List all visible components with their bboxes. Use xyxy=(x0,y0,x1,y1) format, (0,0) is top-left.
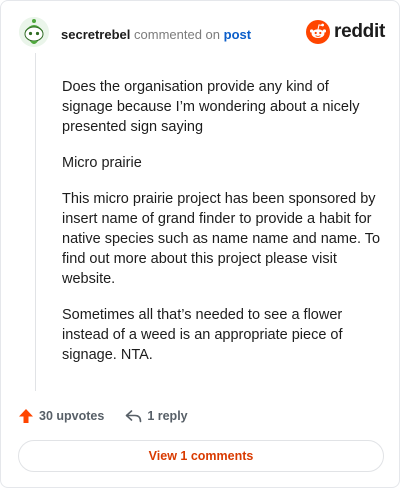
post-link[interactable]: post xyxy=(224,27,251,42)
comment-meta: secretrebel commented on post xyxy=(61,27,251,43)
reply-arrow-icon xyxy=(126,410,142,423)
view-comments-button[interactable]: View 1 comments xyxy=(18,440,384,472)
comment-card: secretrebel commented on post reddit Doe… xyxy=(0,0,400,488)
user-avatar[interactable] xyxy=(19,17,49,47)
comment-header: secretrebel commented on post reddit xyxy=(19,17,385,51)
reddit-snoo-icon xyxy=(306,20,331,44)
comment-paragraph: This micro prairie project has been spon… xyxy=(62,191,381,287)
brand-name: reddit xyxy=(334,21,385,42)
thread-line[interactable] xyxy=(35,53,36,391)
username[interactable]: secretrebel xyxy=(61,27,130,42)
comment-paragraph: Micro prairie xyxy=(62,155,142,171)
comment-paragraph: Does the organisation provide any kind o… xyxy=(62,79,360,135)
reply-button[interactable]: 1 reply xyxy=(125,409,188,423)
upvote-button[interactable]: 30 upvotes xyxy=(18,408,104,424)
comment-actions: 30 upvotes 1 reply xyxy=(18,406,188,426)
reddit-brand[interactable]: reddit xyxy=(306,19,385,45)
snoo-avatar-icon xyxy=(19,17,49,47)
reply-count: 1 reply xyxy=(147,409,188,423)
action-text: commented on xyxy=(134,27,221,42)
comment-body: Does the organisation provide any kind o… xyxy=(62,77,382,381)
upvote-count: 30 upvotes xyxy=(39,409,105,423)
upvote-arrow-icon xyxy=(19,409,33,423)
comment-paragraph: Sometimes all that’s needed to see a flo… xyxy=(62,307,343,363)
